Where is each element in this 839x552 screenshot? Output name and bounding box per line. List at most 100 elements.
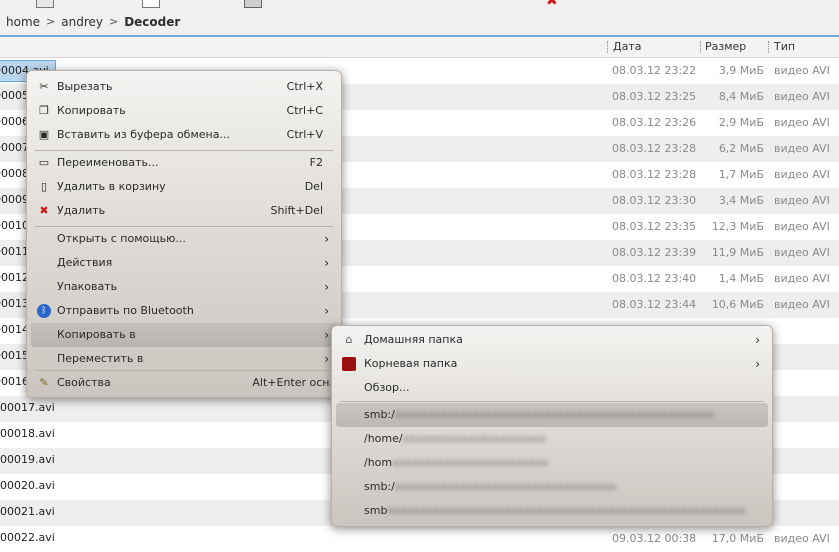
menu-item-label: Удалить — [57, 204, 106, 217]
column-date-header[interactable]: Дата — [613, 37, 641, 57]
menu-item-label: Открыть с помощью... — [57, 232, 186, 245]
properties-icon: ✎ — [39, 376, 49, 389]
file-type: видео AVI — [774, 116, 830, 129]
menu-item-label: Копировать — [57, 104, 126, 117]
file-name[interactable]: 00021.avi — [0, 502, 61, 522]
file-name[interactable]: 00022.avi — [0, 528, 61, 548]
file-type: видео AVI — [774, 168, 830, 181]
submenu-recent-path[interactable]: smb:/xxxxxxxxxxxxxxxxxxxxxxxxxxxxxxxxxx — [336, 475, 768, 499]
menu-item-label: smbxxxxxxxxxxxxxxxxxxxxxxxxxxxxxxxxxxxxx… — [364, 504, 746, 517]
menu-item-copy[interactable]: ❐ Копировать Ctrl+C — [31, 99, 337, 123]
redacted-text: xxxxxxxxxxxxxxxxxxxxxxxxxxxxxxxxxx — [394, 480, 617, 493]
menu-item-label: Свойства — [57, 376, 111, 389]
column-separator[interactable] — [700, 41, 702, 53]
red-close-icon[interactable]: ✖ — [546, 0, 562, 8]
chevron-right-icon: › — [324, 256, 329, 270]
file-type: видео AVI — [774, 64, 830, 77]
menu-item-label: Переместить в — [57, 352, 144, 365]
context-menu: ✂ Вырезать Ctrl+X ❐ Копировать Ctrl+C ▣ … — [26, 70, 342, 398]
menu-item-label: Удалить в корзину — [57, 180, 166, 193]
menu-item-label: Действия — [57, 256, 113, 269]
column-header: Дата Размер Тип — [0, 37, 839, 58]
table-row[interactable]: 00022.avi 09.03.12 00:38 17,0 МиБ видео AVI — [0, 526, 839, 552]
scissors-icon: ✂ — [39, 80, 49, 93]
file-size: 11,9 МиБ — [711, 246, 764, 259]
toolbar: ✖ — [0, 0, 839, 8]
column-type-header[interactable]: Тип — [774, 37, 795, 57]
submenu-recent-path[interactable]: /homxxxxxxxxxxxxxxxxxxxxxxxx — [336, 451, 768, 475]
submenu-recent-path[interactable]: /home/xxxxxxxxxxxxxxxxxxxxxx — [336, 427, 768, 451]
file-type: видео AVI — [774, 298, 830, 311]
menu-item-properties[interactable]: ✎ Свойства Alt+Enter осн. — [31, 371, 337, 395]
menu-item-open-with[interactable]: Открыть с помощью... › — [31, 227, 337, 251]
menu-item-shortcut: Alt+Enter осн. — [252, 376, 333, 389]
menu-item-label: Обзор... — [364, 381, 410, 394]
menu-item-label: smb:/xxxxxxxxxxxxxxxxxxxxxxxxxxxxxxxxxxx… — [364, 408, 714, 421]
menu-item-copy-to[interactable]: Копировать в › — [31, 323, 337, 347]
menu-item-send-bluetooth[interactable]: ᛒ Отправить по Bluetooth › — [31, 299, 337, 323]
menu-item-cut[interactable]: ✂ Вырезать Ctrl+X — [31, 75, 337, 99]
toolbar-icon[interactable] — [244, 0, 262, 8]
submenu-item-home[interactable]: ⌂ Домашняя папка › — [336, 328, 768, 352]
toolbar-icon[interactable] — [36, 0, 54, 8]
redacted-text: xxxxxxxxxxxxxxxxxxxxxxxxxxxxxxxxxxxxxxxx… — [387, 504, 746, 517]
chevron-right-icon: › — [324, 304, 329, 318]
file-date: 08.03.12 23:44 — [612, 298, 697, 311]
menu-item-move-to[interactable]: Переместить в › — [31, 347, 337, 371]
menu-item-rename[interactable]: ▭ Переименовать... F2 — [31, 151, 337, 175]
breadcrumb-item-current[interactable]: Decoder — [118, 15, 180, 29]
chevron-right-icon: › — [755, 357, 760, 371]
breadcrumb-item-home[interactable]: home — [0, 15, 40, 29]
menu-item-pack[interactable]: Упаковать › — [31, 275, 337, 299]
menu-item-label: Корневая папка — [364, 357, 458, 370]
file-name[interactable]: 00020.avi — [0, 476, 61, 496]
file-size: 17,0 МиБ — [711, 532, 764, 545]
home-icon: ⌂ — [345, 333, 353, 346]
file-name[interactable]: 00018.avi — [0, 424, 61, 444]
menu-item-label: /home/xxxxxxxxxxxxxxxxxxxxxx — [364, 432, 546, 445]
trash-icon: ▯ — [40, 180, 48, 193]
file-date: 08.03.12 23:35 — [612, 220, 697, 233]
file-date: 08.03.12 23:28 — [612, 168, 697, 181]
menu-item-actions[interactable]: Действия › — [31, 251, 337, 275]
file-name[interactable]: 00019.avi — [0, 450, 61, 470]
copy-to-submenu: ⌂ Домашняя папка › Корневая папка › Обзо… — [331, 325, 773, 527]
file-type: видео AVI — [774, 220, 830, 233]
bluetooth-icon: ᛒ — [37, 304, 51, 318]
column-separator[interactable] — [768, 41, 770, 53]
red-folder-icon — [342, 357, 356, 371]
column-size-header[interactable]: Размер — [705, 37, 746, 57]
menu-item-delete[interactable]: ✖ Удалить Shift+Del — [31, 199, 337, 223]
file-date: 08.03.12 23:25 — [612, 90, 697, 103]
menu-item-paste[interactable]: ▣ Вставить из буфера обмена... Ctrl+V — [31, 123, 337, 147]
file-size: 1,7 МиБ — [718, 168, 764, 181]
submenu-item-browse[interactable]: Обзор... — [336, 376, 768, 400]
breadcrumb-item-andrey[interactable]: andrey — [55, 15, 103, 29]
file-name[interactable]: 00017.avi — [0, 398, 61, 418]
menu-item-label: Вставить из буфера обмена... — [57, 128, 230, 141]
file-type: видео AVI — [774, 90, 830, 103]
file-size: 3,9 МиБ — [718, 64, 764, 77]
file-size: 1,4 МиБ — [718, 272, 764, 285]
menu-item-trash[interactable]: ▯ Удалить в корзину Del — [31, 175, 337, 199]
menu-item-shortcut: Ctrl+X — [286, 80, 323, 93]
redacted-text: xxxxxxxxxxxxxxxxxxxxxxxx — [392, 456, 549, 469]
file-date: 08.03.12 23:40 — [612, 272, 697, 285]
menu-item-label: Домашняя папка — [364, 333, 463, 346]
chevron-right-icon: › — [324, 352, 329, 366]
file-type: видео AVI — [774, 272, 830, 285]
menu-item-label: Упаковать — [57, 280, 118, 293]
menu-item-shortcut: Shift+Del — [270, 204, 323, 217]
menu-item-shortcut: Ctrl+V — [286, 128, 323, 141]
rename-icon: ▭ — [38, 156, 50, 169]
menu-item-shortcut: Del — [304, 180, 323, 193]
submenu-item-root[interactable]: Корневая папка › — [336, 352, 768, 376]
file-size: 10,6 МиБ — [711, 298, 764, 311]
column-separator[interactable] — [607, 41, 609, 53]
toolbar-icon[interactable] — [142, 0, 160, 8]
file-date: 08.03.12 23:26 — [612, 116, 697, 129]
menu-item-label: Вырезать — [57, 80, 113, 93]
submenu-recent-path[interactable]: smb:/xxxxxxxxxxxxxxxxxxxxxxxxxxxxxxxxxxx… — [336, 403, 768, 427]
submenu-recent-path[interactable]: smbxxxxxxxxxxxxxxxxxxxxxxxxxxxxxxxxxxxxx… — [336, 499, 768, 523]
redacted-text: xxxxxxxxxxxxxxxxxxxxxx — [402, 432, 546, 445]
